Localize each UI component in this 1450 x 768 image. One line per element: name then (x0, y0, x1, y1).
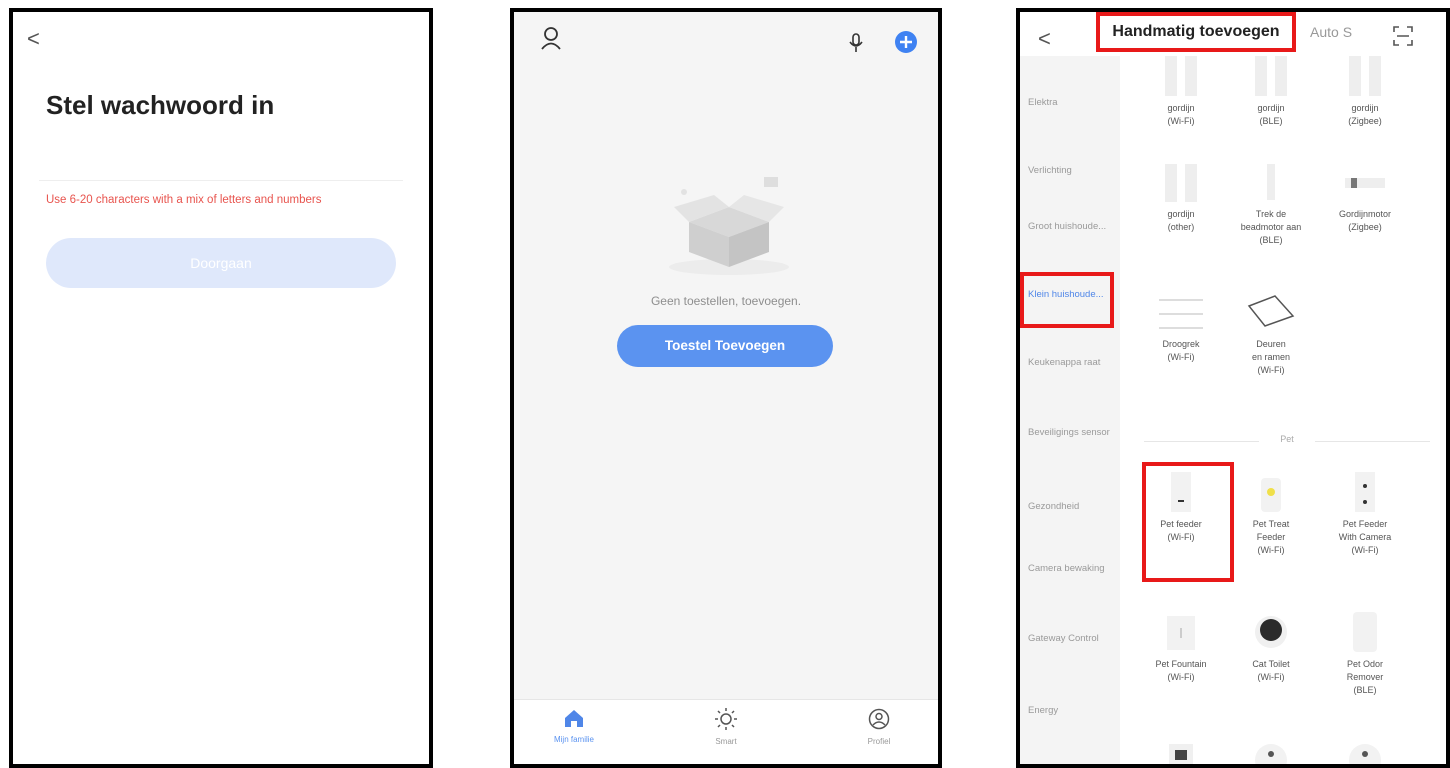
continue-button[interactable]: Doorgaan (46, 238, 396, 288)
sidebar-item-gezondheid[interactable]: Gezondheid (1028, 500, 1112, 513)
device-pet-odor-remover[interactable]: Pet Odor Remover (BLE) (1320, 612, 1410, 697)
sidebar-item-groot-huishouden[interactable]: Groot huishoude... (1028, 220, 1112, 233)
device-name: Deuren en ramen (Wi-Fi) (1251, 339, 1291, 375)
device-curtain-zigbee[interactable]: gordijn (Zigbee) (1320, 56, 1410, 128)
tab-label: Smart (715, 737, 737, 746)
device-icon (1339, 736, 1391, 764)
password-hint: Use 6-20 characters with a mix of letter… (46, 194, 322, 206)
tab-my-family[interactable]: Mijn familie (534, 708, 614, 744)
device-name: Cat Toilet (Wi-Fi) (1252, 659, 1290, 682)
back-icon[interactable]: < (27, 26, 40, 52)
tab-auto-scan[interactable]: Auto S (1310, 24, 1352, 40)
device-curtain-motor-zigbee[interactable]: Gordijnmotor (Zigbee) (1320, 162, 1410, 234)
tab-profile[interactable]: Profiel (839, 708, 919, 746)
device-doors-windows[interactable]: Deuren en ramen (Wi-Fi) (1226, 292, 1316, 377)
device-curtain-other[interactable]: gordijn (other) (1136, 162, 1226, 234)
device-drying-rack[interactable]: Droogrek (Wi-Fi) (1136, 292, 1226, 364)
device-partial-3[interactable] (1320, 736, 1410, 764)
scan-icon[interactable] (1393, 26, 1413, 46)
device-name: gordijn (Wi-Fi) (1167, 103, 1195, 126)
device-name: Trek de beadmotor aan (BLE) (1240, 209, 1302, 245)
device-partial-2[interactable] (1226, 736, 1316, 764)
sidebar-item-keukenapparaat[interactable]: Keukenappa raat (1028, 356, 1112, 369)
device-name: Droogrek (Wi-Fi) (1162, 339, 1200, 362)
tab-smart[interactable]: Smart (686, 708, 766, 746)
highlight-sidebar-klein (1020, 272, 1114, 328)
device-pet-treat-feeder[interactable]: Pet Treat Feeder (Wi-Fi) (1226, 472, 1316, 557)
category-sidebar: Elektra Verlichting Groot huishoude... K… (1020, 56, 1120, 764)
sidebar-item-gateway[interactable]: Gateway Control (1028, 632, 1112, 645)
curtain-icon (1339, 56, 1391, 98)
top-bar (514, 12, 938, 72)
device-cat-toilet[interactable]: Cat Toilet (Wi-Fi) (1226, 612, 1316, 684)
device-name: Pet Odor Remover (BLE) (1346, 659, 1384, 695)
bottom-tab-bar: Mijn familie Smart Profiel (514, 699, 938, 764)
sidebar-item-beveiligingssensor[interactable]: Beveiligings sensor (1028, 426, 1112, 439)
curtain-icon (1155, 56, 1207, 98)
device-name: Pet Feeder With Camera (Wi-Fi) (1338, 519, 1392, 555)
highlight-pet-feeder (1142, 462, 1234, 582)
page-title: Stel wachwoord in (46, 90, 275, 120)
curtain-icon (1155, 162, 1207, 204)
device-pet-fountain[interactable]: Pet Fountain (Wi-Fi) (1136, 612, 1226, 684)
camera-feeder-icon (1339, 472, 1391, 514)
device-name: gordijn (other) (1167, 209, 1195, 232)
device-partial-1[interactable] (1136, 736, 1226, 764)
empty-box-illustration (669, 177, 789, 275)
section-title: Pet (1280, 434, 1294, 444)
home-screen: Geen toestellen, toevoegen. Toestel Toev… (510, 8, 942, 768)
set-password-screen: < Stel wachwoord in Use 6-20 characters … (9, 8, 433, 768)
treat-feeder-icon (1245, 472, 1297, 514)
sidebar-item-camera[interactable]: Camera bewaking (1028, 562, 1112, 575)
curtain-icon (1245, 56, 1297, 98)
home-icon (565, 710, 583, 727)
device-curtain-wifi[interactable]: gordijn (Wi-Fi) (1136, 56, 1226, 128)
password-field-underline[interactable] (39, 180, 403, 181)
cat-toilet-icon (1245, 612, 1297, 654)
section-header-pet: Pet (1144, 434, 1430, 448)
fountain-icon (1155, 612, 1207, 654)
sun-icon (715, 708, 737, 730)
empty-state-text: Geen toestellen, toevoegen. (650, 294, 802, 308)
tab-manual-add[interactable]: Handmatig toevoegen (1096, 12, 1296, 52)
device-curtain-motor-ble[interactable]: Trek de beadmotor aan (BLE) (1226, 162, 1316, 247)
sidebar-item-energy[interactable]: Energy (1028, 704, 1112, 717)
device-name: gordijn (Zigbee) (1348, 103, 1382, 126)
tab-label: Profiel (867, 737, 891, 746)
sidebar-item-verlichting[interactable]: Verlichting (1028, 164, 1112, 177)
sidebar-item-elektra[interactable]: Elektra (1028, 96, 1112, 109)
motor-icon (1245, 162, 1297, 204)
device-icon (1155, 736, 1207, 764)
drying-rack-icon (1155, 292, 1207, 334)
user-icon[interactable] (540, 26, 562, 50)
device-name: Gordijnmotor (Zigbee) (1338, 209, 1392, 232)
device-name: Pet Fountain (Wi-Fi) (1155, 659, 1207, 682)
tab-label: Mijn familie (553, 735, 594, 744)
add-device-button[interactable]: Toestel Toevoegen (617, 325, 833, 367)
device-curtain-ble[interactable]: gordijn (BLE) (1226, 56, 1316, 128)
device-icon (1245, 736, 1297, 764)
device-name: Pet Treat Feeder (Wi-Fi) (1252, 519, 1290, 555)
window-icon (1245, 292, 1297, 334)
microphone-icon[interactable] (848, 32, 864, 54)
device-name: gordijn (BLE) (1257, 103, 1285, 126)
add-device-screen: < Handmatig toevoegen Auto S Elektra Ver… (1016, 8, 1450, 768)
profile-icon (868, 708, 890, 730)
motor-icon (1339, 162, 1391, 204)
device-pet-feeder-camera[interactable]: Pet Feeder With Camera (Wi-Fi) (1320, 472, 1410, 557)
add-circle-icon[interactable] (894, 30, 918, 54)
odor-remover-icon (1339, 612, 1391, 654)
back-icon[interactable]: < (1038, 26, 1051, 52)
